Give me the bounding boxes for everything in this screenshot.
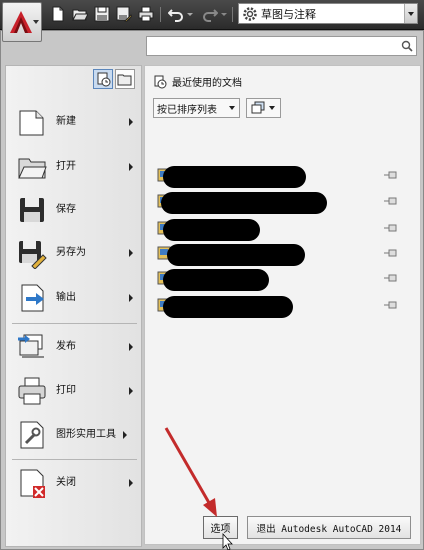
- menu-item-label: 打开: [56, 161, 76, 172]
- recent-file-row[interactable]: [157, 267, 407, 291]
- gear-icon: [243, 6, 257, 21]
- redaction-mark: [163, 269, 269, 291]
- command-list: 新建 打开 保存 另存为 输出 发布 打印 图形实用工具 关闭: [5, 65, 142, 547]
- sort-order-label: 按已排序列表: [157, 104, 217, 116]
- printer-icon: [18, 377, 46, 405]
- menu-item-label: 新建: [56, 116, 76, 127]
- pin-icon[interactable]: [383, 300, 399, 310]
- chevron-right-icon: [129, 294, 133, 302]
- menu-item-new[interactable]: 新建: [6, 102, 143, 142]
- redaction-mark: [163, 219, 260, 241]
- view-toggle: [93, 69, 137, 91]
- menu-item-save-as[interactable]: 另存为: [6, 233, 143, 273]
- menu-item-close[interactable]: 关闭: [6, 463, 143, 503]
- menu-item-export[interactable]: 输出: [6, 278, 143, 318]
- recent-documents-pane: 最近使用的文档 按已排序列表: [144, 65, 421, 545]
- redaction-mark: [163, 296, 293, 318]
- redo-icon[interactable]: [202, 6, 218, 22]
- menu-item-label: 输出: [56, 292, 76, 303]
- new-doc-icon: [19, 110, 44, 136]
- chevron-down-icon[interactable]: [404, 4, 417, 23]
- undo-icon[interactable]: [168, 6, 184, 22]
- recent-documents-toggle-icon[interactable]: [93, 69, 113, 89]
- icon-view-dropdown[interactable]: [246, 98, 281, 118]
- menu-item-label: 图形实用工具: [56, 429, 116, 440]
- chevron-down-icon: [269, 106, 275, 110]
- quick-access-toolbar: 草图与注释: [0, 0, 424, 30]
- menu-item-drawing-utilities[interactable]: 图形实用工具: [6, 415, 143, 455]
- chevron-right-icon: [129, 163, 133, 171]
- chevron-right-icon: [129, 343, 133, 351]
- search-field[interactable]: [146, 36, 417, 56]
- autocad-logo-icon: [10, 11, 32, 33]
- redo-dropdown-icon[interactable]: [220, 6, 228, 22]
- recent-documents-header: 最近使用的文档: [153, 74, 242, 89]
- pin-icon[interactable]: [383, 273, 399, 283]
- save-icon[interactable]: [94, 6, 110, 22]
- menu-item-publish[interactable]: 发布: [6, 327, 143, 367]
- workspace-dropdown[interactable]: 草图与注释: [238, 3, 418, 24]
- undo-dropdown-icon[interactable]: [186, 6, 194, 22]
- chevron-right-icon: [123, 431, 127, 439]
- print-icon[interactable]: [138, 6, 154, 22]
- saveas-icon[interactable]: [116, 6, 132, 22]
- recent-file-row[interactable]: [157, 217, 407, 241]
- recent-file-row[interactable]: [157, 190, 407, 214]
- chevron-down-icon: [229, 106, 235, 110]
- export-icon: [21, 284, 44, 312]
- pin-icon[interactable]: [383, 223, 399, 233]
- sort-order-dropdown[interactable]: 按已排序列表: [153, 98, 240, 118]
- menu-item-label: 保存: [56, 204, 76, 215]
- menu-item-open[interactable]: 打开: [6, 147, 143, 187]
- publish-icon: [18, 334, 44, 358]
- workspace-label: 草图与注释: [261, 7, 316, 21]
- chevron-right-icon: [129, 387, 133, 395]
- redaction-mark: [163, 166, 306, 188]
- recent-file-row[interactable]: [157, 164, 407, 188]
- search-icon[interactable]: [401, 40, 413, 52]
- recent-documents-icon: [154, 75, 167, 88]
- recent-documents-title: 最近使用的文档: [172, 78, 242, 89]
- menu-item-label: 关闭: [56, 477, 76, 488]
- menu-separator: [12, 323, 137, 324]
- icon-view-icon: [251, 101, 265, 114]
- menu-separator: [12, 459, 137, 460]
- recent-file-row[interactable]: [157, 242, 407, 266]
- redaction-mark: [161, 192, 327, 214]
- toolbar-separator: [160, 7, 161, 22]
- menu-item-print[interactable]: 打印: [6, 371, 143, 411]
- exit-autocad-button[interactable]: 退出 Autodesk AutoCAD 2014: [247, 516, 411, 539]
- chevron-down-icon: [33, 20, 39, 24]
- chevron-right-icon: [129, 118, 133, 126]
- chevron-right-icon: [129, 249, 133, 257]
- pin-icon[interactable]: [383, 196, 399, 206]
- new-icon[interactable]: [50, 6, 66, 22]
- open-documents-toggle-icon[interactable]: [115, 69, 135, 89]
- toolbar-separator: [232, 7, 233, 22]
- menu-item-label: 打印: [56, 385, 76, 396]
- menu-item-save[interactable]: 保存: [6, 190, 143, 230]
- recent-file-row[interactable]: [157, 294, 407, 318]
- menu-item-label: 发布: [56, 341, 76, 352]
- application-menu-button[interactable]: [2, 2, 42, 42]
- pin-icon[interactable]: [383, 248, 399, 258]
- floppy-pen-icon: [19, 241, 47, 269]
- open-icon[interactable]: [72, 6, 88, 22]
- application-menu: 新建 打开 保存 另存为 输出 发布 打印 图形实用工具 关闭 最近使用的文档 …: [0, 30, 424, 550]
- options-button[interactable]: 选项: [203, 516, 238, 539]
- menu-item-label: 另存为: [56, 247, 86, 258]
- redaction-mark: [167, 244, 305, 266]
- wrench-doc-icon: [20, 421, 44, 449]
- close-doc-icon: [20, 469, 45, 498]
- pin-icon[interactable]: [383, 170, 399, 180]
- chevron-right-icon: [129, 479, 133, 487]
- floppy-icon: [20, 198, 44, 222]
- open-folder-icon: [18, 158, 47, 179]
